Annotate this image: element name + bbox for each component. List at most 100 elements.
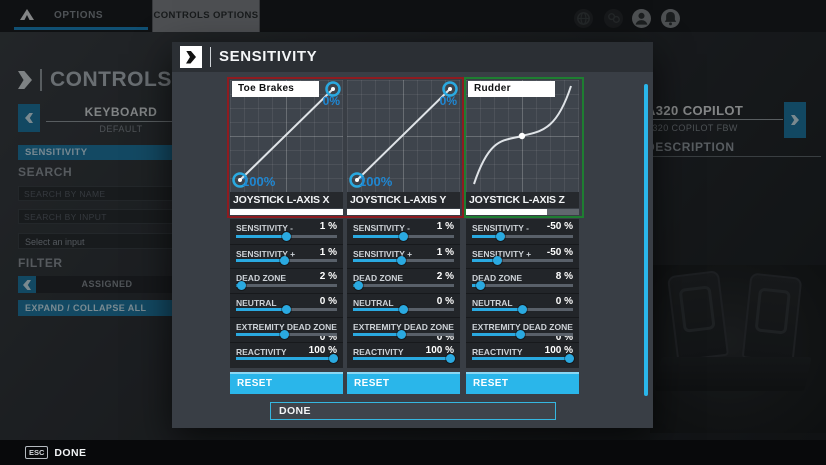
slider-dead-zone: DEAD ZONE 8 % bbox=[466, 268, 579, 293]
slider-reactivity: REACTIVITY 100 % bbox=[230, 342, 343, 367]
slider-track[interactable] bbox=[472, 308, 573, 311]
esc-key-badge: ESC bbox=[25, 446, 48, 459]
slider-track[interactable] bbox=[236, 284, 337, 287]
slider-track[interactable] bbox=[472, 357, 573, 360]
slider-dead-zone: DEAD ZONE 2 % bbox=[347, 268, 460, 293]
raw-input-fill bbox=[230, 209, 343, 215]
slider-value: 1 % bbox=[437, 221, 454, 232]
slider-track[interactable] bbox=[236, 357, 337, 360]
slider-handle[interactable] bbox=[565, 354, 574, 363]
slider-handle[interactable] bbox=[399, 305, 408, 314]
slider-handle[interactable] bbox=[282, 232, 291, 241]
reset-button-y[interactable]: RESET bbox=[347, 372, 460, 394]
bottom-hint-bar: ESC DONE bbox=[0, 440, 826, 465]
slider-value: 8 % bbox=[556, 271, 573, 282]
slider-track[interactable] bbox=[353, 235, 454, 238]
raw-input-bar-z bbox=[466, 209, 579, 215]
slider-label: SENSITIVITY + bbox=[472, 249, 531, 259]
slider-extremity-dead-zone: EXTREMITY DEAD ZONE 0 % bbox=[347, 317, 460, 342]
slider-neutral: NEUTRAL 0 % bbox=[230, 293, 343, 318]
dialog-header: SENSITIVITY bbox=[172, 42, 653, 72]
sensitivity-icon bbox=[180, 46, 202, 68]
dialog-header-divider bbox=[210, 47, 211, 67]
slider-track[interactable] bbox=[353, 357, 454, 360]
slider-label: REACTIVITY bbox=[353, 347, 404, 357]
slider-handle[interactable] bbox=[518, 305, 527, 314]
response-curve-graph-y[interactable]: 0% 100% bbox=[347, 80, 460, 192]
axis-label-x: JOYSTICK L-AXIS X bbox=[230, 192, 343, 208]
slider-handle[interactable] bbox=[237, 281, 246, 290]
slider-block-x: SENSITIVITY - 1 % SENSITIVITY + 1 % bbox=[230, 219, 343, 368]
slider-value: 2 % bbox=[437, 271, 454, 282]
slider-handle[interactable] bbox=[399, 232, 408, 241]
slider-extremity-dead-zone: EXTREMITY DEAD ZONE 0 % bbox=[230, 317, 343, 342]
slider-handle[interactable] bbox=[354, 281, 363, 290]
slider-handle[interactable] bbox=[446, 354, 455, 363]
slider-handle[interactable] bbox=[496, 232, 505, 241]
slider-track[interactable] bbox=[236, 235, 337, 238]
slider-track[interactable] bbox=[353, 333, 454, 336]
slider-neutral: NEUTRAL 0 % bbox=[347, 293, 460, 318]
slider-value: 1 % bbox=[320, 221, 337, 232]
slider-value: -50 % bbox=[547, 221, 573, 232]
slider-label: NEUTRAL bbox=[236, 298, 277, 308]
slider-label: REACTIVITY bbox=[236, 347, 287, 357]
curve-top-value: 0% bbox=[440, 94, 457, 108]
slider-handle[interactable] bbox=[282, 305, 291, 314]
slider-label: NEUTRAL bbox=[353, 298, 394, 308]
curve-top-value: 0% bbox=[323, 94, 340, 108]
rudder-group-label: Rudder bbox=[468, 81, 555, 97]
slider-dead-zone: DEAD ZONE 2 % bbox=[230, 268, 343, 293]
slider-block-z: SENSITIVITY - -50 % SENSITIVITY + -50 % bbox=[466, 219, 579, 368]
slider-reactivity: REACTIVITY 100 % bbox=[347, 342, 460, 367]
slider-handle[interactable] bbox=[280, 256, 289, 265]
esc-done-label[interactable]: DONE bbox=[54, 447, 86, 459]
slider-track[interactable] bbox=[472, 259, 573, 262]
slider-sensitivity-plus: SENSITIVITY + 1 % bbox=[230, 244, 343, 269]
slider-handle[interactable] bbox=[476, 281, 485, 290]
reset-button-z[interactable]: RESET bbox=[466, 372, 579, 394]
slider-track[interactable] bbox=[353, 284, 454, 287]
slider-label: REACTIVITY bbox=[472, 347, 523, 357]
slider-sensitivity-minus: SENSITIVITY - 1 % bbox=[230, 219, 343, 244]
slider-track[interactable] bbox=[353, 259, 454, 262]
slider-track[interactable] bbox=[353, 308, 454, 311]
slider-sensitivity-plus: SENSITIVITY + -50 % bbox=[466, 244, 579, 269]
raw-input-fill bbox=[347, 209, 460, 215]
slider-track[interactable] bbox=[472, 333, 573, 336]
slider-neutral: NEUTRAL 0 % bbox=[466, 293, 579, 318]
dialog-done-button[interactable]: DONE bbox=[270, 402, 556, 420]
slider-value: 1 % bbox=[437, 247, 454, 258]
slider-handle[interactable] bbox=[329, 354, 338, 363]
raw-input-bar-x bbox=[230, 209, 343, 215]
slider-sensitivity-minus: SENSITIVITY - 1 % bbox=[347, 219, 460, 244]
slider-handle[interactable] bbox=[397, 330, 406, 339]
axis-label-z: JOYSTICK L-AXIS Z bbox=[466, 192, 579, 208]
slider-handle[interactable] bbox=[280, 330, 289, 339]
slider-block-y: SENSITIVITY - 1 % SENSITIVITY + 1 % bbox=[347, 219, 460, 368]
slider-label: NEUTRAL bbox=[472, 298, 513, 308]
curve-bottom-value: 100% bbox=[359, 174, 392, 189]
slider-track[interactable] bbox=[472, 235, 573, 238]
slider-track[interactable] bbox=[472, 284, 573, 287]
dialog-scrollbar[interactable] bbox=[644, 84, 648, 396]
slider-value: 2 % bbox=[320, 271, 337, 282]
slider-value: 0 % bbox=[556, 296, 573, 307]
raw-input-fill bbox=[466, 209, 547, 215]
slider-value: 1 % bbox=[320, 247, 337, 258]
slider-track[interactable] bbox=[236, 259, 337, 262]
slider-sensitivity-plus: SENSITIVITY + 1 % bbox=[347, 244, 460, 269]
curve-bottom-value: 100% bbox=[242, 174, 275, 189]
controls-options-screen: OPTIONS CONTROLS OPTIONS CONTROLS OPTION… bbox=[0, 0, 826, 465]
slider-value: -50 % bbox=[547, 247, 573, 258]
dialog-title: SENSITIVITY bbox=[219, 42, 317, 72]
reset-button-x[interactable]: RESET bbox=[230, 372, 343, 394]
slider-track[interactable] bbox=[236, 333, 337, 336]
slider-value: 0 % bbox=[320, 296, 337, 307]
slider-handle[interactable] bbox=[493, 256, 502, 265]
slider-sensitivity-minus: SENSITIVITY - -50 % bbox=[466, 219, 579, 244]
slider-handle[interactable] bbox=[397, 256, 406, 265]
slider-value: 0 % bbox=[437, 296, 454, 307]
slider-track[interactable] bbox=[236, 308, 337, 311]
slider-handle[interactable] bbox=[516, 330, 525, 339]
